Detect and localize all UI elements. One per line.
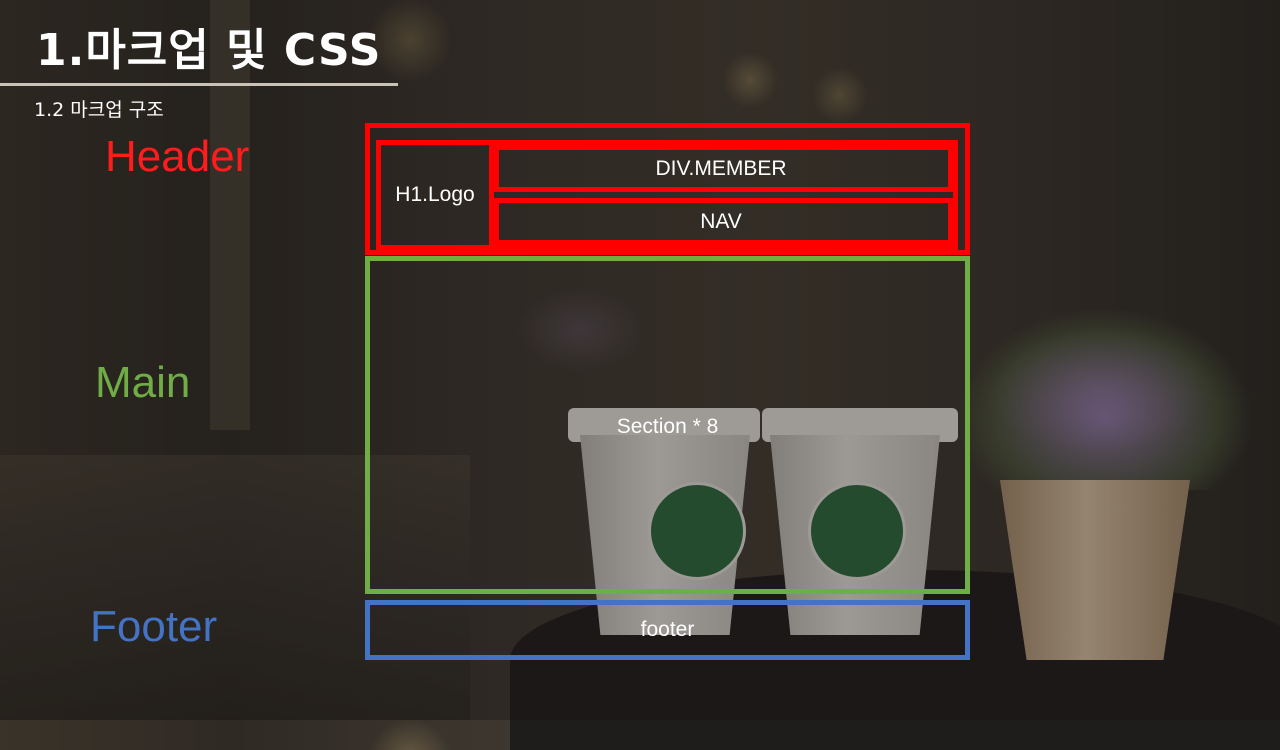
title-underline <box>0 83 398 86</box>
main-label: Main <box>95 358 191 407</box>
nav-box: NAV <box>494 198 953 245</box>
footer-label: Footer <box>90 602 218 651</box>
member-box: DIV.MEMBER <box>494 145 953 192</box>
footer-box: footer <box>365 600 970 660</box>
slide-title: 1.마크업 및 CSS <box>36 25 382 76</box>
main-box: Section * 8 <box>365 256 970 594</box>
slide-subtitle: 1.2 마크업 구조 <box>34 99 164 121</box>
logo-box: H1.Logo <box>381 145 494 245</box>
header-label: Header <box>105 132 250 181</box>
